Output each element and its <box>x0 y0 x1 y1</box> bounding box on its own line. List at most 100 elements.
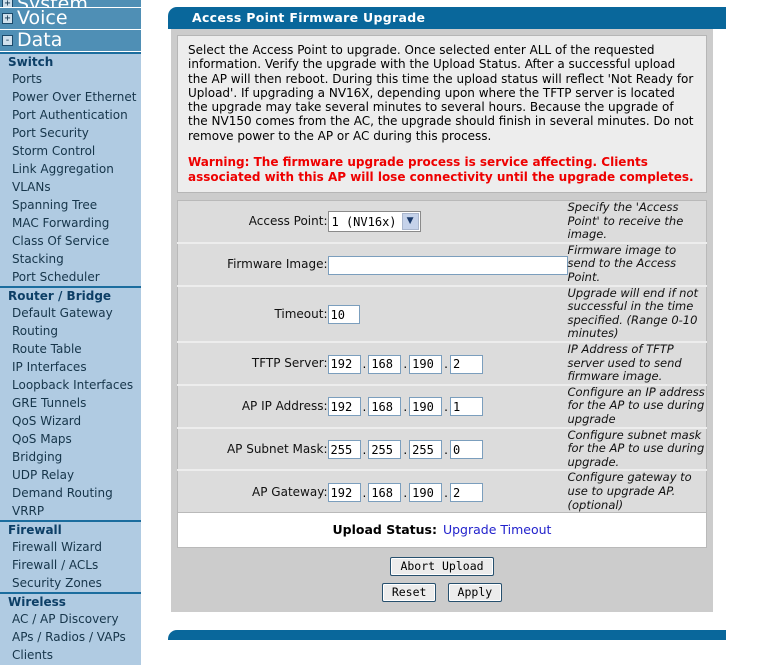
tftp-server-octets: ... <box>327 341 568 385</box>
sidebar-item-firewall-wizard[interactable]: Firewall Wizard <box>0 538 141 556</box>
sidebar-item-power-over-ethernet[interactable]: Power Over Ethernet <box>0 88 141 106</box>
timeout-label: Timeout: <box>177 284 328 343</box>
sidebar-item-vlans[interactable]: VLANs <box>0 178 141 196</box>
access-point-label: Access Point: <box>248 214 328 229</box>
sidebar-item-bridging[interactable]: Bridging <box>0 448 141 466</box>
form-row-ap-subnet-mask: AP Subnet Mask: ... Configure subnet mas… <box>177 426 707 471</box>
upload-status-label: Upload Status: <box>332 522 437 538</box>
ap-ip-address-description: Configure an IP address for the AP to us… <box>567 383 707 428</box>
octet-separator: . <box>362 485 367 500</box>
sidebar-item-stacking[interactable]: Stacking <box>0 250 141 268</box>
sidebar-item-mac-forwarding[interactable]: MAC Forwarding <box>0 214 141 232</box>
sidebar-item-clients[interactable]: Clients <box>0 646 141 664</box>
sidebar-item-security-zones[interactable]: Security Zones <box>0 574 141 592</box>
access-point-select[interactable]: 1 (NV16x) ▼ <box>327 211 421 233</box>
reset-apply-button-row: Reset Apply <box>177 576 707 604</box>
sidebar-group-router-bridge: Router / Bridge <box>0 286 141 304</box>
ap-subnet-mask-octet-1[interactable] <box>327 440 361 460</box>
sidebar-item-routing[interactable]: Routing <box>0 322 141 340</box>
timeout-input[interactable] <box>327 305 360 325</box>
nav-top-data[interactable]: - Data <box>0 30 141 52</box>
sidebar-item-default-gateway[interactable]: Default Gateway <box>0 304 141 322</box>
nav-top-voice-label: Voice <box>17 7 68 29</box>
nav-top-voice[interactable]: + Voice <box>0 8 141 30</box>
ap-gateway-description: Configure gateway to use to upgrade AP. … <box>567 469 707 513</box>
upload-status-bar: Upload Status: Upgrade Timeout <box>177 513 707 549</box>
sidebar-item-loopback-interfaces[interactable]: Loopback Interfaces <box>0 376 141 394</box>
intro-block: Select the Access Point to upgrade. Once… <box>177 35 707 194</box>
tftp-server-octet-4[interactable] <box>449 354 483 374</box>
octet-separator: . <box>403 399 408 414</box>
sidebar-item-aps-radios-vaps[interactable]: APs / Radios / VAPs <box>0 628 141 646</box>
ap-ip-address-octet-1[interactable] <box>327 397 361 417</box>
ap-subnet-mask-octet-3[interactable] <box>409 440 443 460</box>
ap-gateway-octets: ... <box>327 469 568 513</box>
form-row-tftp-server: TFTP Server: ... IP Address of TFTP serv… <box>177 341 707 385</box>
sidebar-item-udp-relay[interactable]: UDP Relay <box>0 466 141 484</box>
apply-button[interactable]: Apply <box>447 583 503 603</box>
firmware-image-input[interactable] <box>327 255 568 275</box>
abort-upload-button[interactable]: Abort Upload <box>390 557 494 577</box>
octet-separator: . <box>362 442 367 457</box>
expand-plus-icon[interactable]: + <box>2 0 13 7</box>
sidebar-item-link-aggregation[interactable]: Link Aggregation <box>0 160 141 178</box>
octet-separator: . <box>362 357 367 372</box>
warning-text: Warning: The firmware upgrade process is… <box>188 155 694 184</box>
chevron-down-icon[interactable]: ▼ <box>401 213 419 231</box>
firmware-image-description: Firmware image to send to the Access Poi… <box>567 241 707 286</box>
form-row-ap-ip-address: AP IP Address: ... Configure an IP addre… <box>177 383 707 428</box>
ap-gateway-octet-1[interactable] <box>327 483 361 502</box>
ap-subnet-mask-octet-4[interactable] <box>449 440 483 460</box>
sidebar-item-vrrp[interactable]: VRRP <box>0 502 141 520</box>
sidebar-item-port-authentication[interactable]: Port Authentication <box>0 106 141 124</box>
sidebar-item-qos-wizard[interactable]: QoS Wizard <box>0 412 141 430</box>
sidebar-item-firewall-acls[interactable]: Firewall / ACLs <box>0 556 141 574</box>
sidebar-group-switch: Switch <box>0 52 141 70</box>
sidebar-item-qos-maps[interactable]: QoS Maps <box>0 430 141 448</box>
ap-subnet-mask-octet-2[interactable] <box>368 440 402 460</box>
reset-button[interactable]: Reset <box>381 583 437 603</box>
page-root: + System + Voice - Data Switch Ports Pow… <box>0 0 761 665</box>
sidebar-item-ports[interactable]: Ports <box>0 70 141 88</box>
ap-gateway-octet-2[interactable] <box>368 483 402 502</box>
tftp-server-octet-3[interactable] <box>409 354 443 374</box>
nav-top-data-label: Data <box>17 29 63 51</box>
tftp-server-octet-2[interactable] <box>368 354 402 374</box>
sidebar-item-gre-tunnels[interactable]: GRE Tunnels <box>0 394 141 412</box>
sidebar-item-class-of-service[interactable]: Class Of Service <box>0 232 141 250</box>
ap-subnet-mask-description: Configure subnet mask for the AP to use … <box>567 426 707 471</box>
ap-ip-address-octet-4[interactable] <box>449 397 483 417</box>
upload-status-value: Upgrade Timeout <box>442 522 552 538</box>
tftp-server-description: IP Address of TFTP server used to send f… <box>567 341 707 385</box>
ap-ip-address-octet-3[interactable] <box>409 397 443 417</box>
timeout-description: Upgrade will end if not successful in th… <box>567 284 707 343</box>
octet-separator: . <box>444 357 448 372</box>
access-point-select-value: 1 (NV16x) <box>331 214 397 229</box>
expand-plus-icon[interactable]: + <box>2 13 13 24</box>
ap-subnet-mask-label: AP Subnet Mask: <box>177 426 328 471</box>
ap-subnet-mask-octets: ... <box>327 426 568 471</box>
ap-gateway-octet-4[interactable] <box>449 483 483 502</box>
firmware-image-label: Firmware Image: <box>177 241 328 286</box>
next-panel-header <box>168 630 726 641</box>
ap-ip-address-octet-2[interactable] <box>368 397 402 417</box>
sidebar-item-demand-routing[interactable]: Demand Routing <box>0 484 141 502</box>
sidebar-item-route-table[interactable]: Route Table <box>0 340 141 358</box>
ap-ip-address-octets: ... <box>327 383 568 428</box>
sidebar-item-port-scheduler[interactable]: Port Scheduler <box>0 268 141 286</box>
intro-text: Select the Access Point to upgrade. Once… <box>188 43 694 143</box>
ap-gateway-octet-3[interactable] <box>409 483 443 502</box>
access-point-description: Specify the 'Access Point' to receive th… <box>567 200 684 242</box>
sidebar-item-ip-interfaces[interactable]: IP Interfaces <box>0 358 141 376</box>
tftp-server-octet-1[interactable] <box>327 354 361 374</box>
ap-gateway-label: AP Gateway: <box>177 469 328 513</box>
sidebar-item-ac-ap-discovery[interactable]: AC / AP Discovery <box>0 610 141 628</box>
sidebar-item-storm-control[interactable]: Storm Control <box>0 142 141 160</box>
sidebar-item-spanning-tree[interactable]: Spanning Tree <box>0 196 141 214</box>
octet-separator: . <box>403 442 408 457</box>
sidebar-group-firewall: Firewall <box>0 520 141 538</box>
sidebar-item-port-security[interactable]: Port Security <box>0 124 141 142</box>
form-row-timeout: Timeout: Upgrade will end if not success… <box>177 284 707 343</box>
collapse-minus-icon[interactable]: - <box>2 35 13 46</box>
octet-separator: . <box>403 485 408 500</box>
